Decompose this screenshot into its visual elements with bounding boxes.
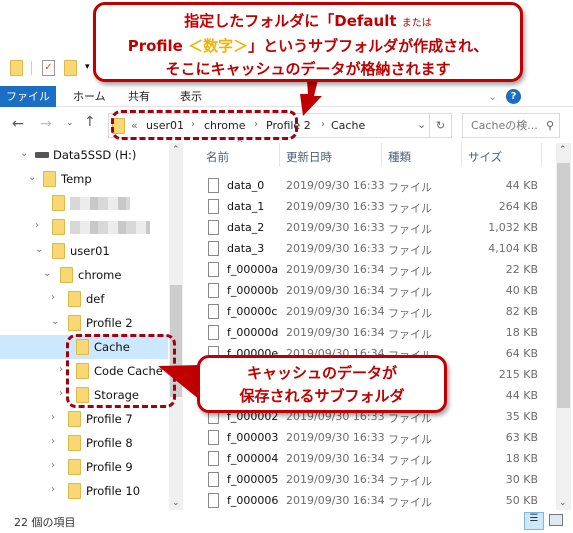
callout-top-line3: そこにキャッシュのデータが格納されます <box>165 60 451 78</box>
callout-top-highlight: ＜数字＞ <box>188 37 249 55</box>
callout-side-line1: キャッシュのデータが <box>246 364 397 382</box>
callout-top-line2a: Profile <box>127 37 183 55</box>
callout-top-line2b: 」というサブフォルダが作成され、 <box>248 37 489 55</box>
callout-top-line1: 指定したフォルダに「Default <box>184 12 397 30</box>
callout-top: 指定したフォルダに「Default または Profile ＜数字＞」というサブ… <box>93 2 523 82</box>
callout-top-small: または <box>401 18 432 29</box>
callout-side: キャッシュのデータが 保存されるサブフォルダ <box>197 355 447 413</box>
arrow-down-icon <box>300 80 322 116</box>
arrow-left-icon <box>158 365 200 400</box>
callout-side-line2: 保存されるサブフォルダ <box>239 387 405 405</box>
